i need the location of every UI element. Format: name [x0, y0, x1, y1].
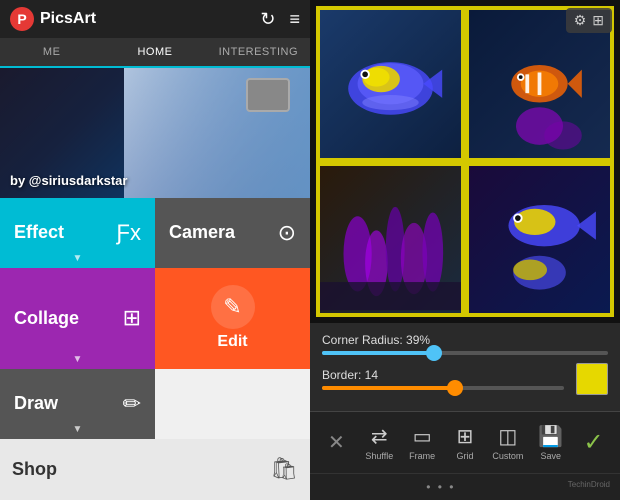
camera-icon: ⊙	[278, 220, 296, 246]
toolbar-close-button[interactable]: ✕	[316, 426, 357, 459]
draw-caret: ▼	[73, 424, 83, 435]
top-bar-icons: ↻ ≡	[260, 9, 300, 30]
effect-caret: ▼	[73, 253, 83, 264]
shop-icon: 🛍	[270, 456, 298, 482]
collage-cell-1	[316, 6, 465, 162]
grid-icon: ⊞	[457, 424, 474, 449]
effect-icon: Ƒx	[117, 220, 141, 246]
watermark: TechinDroid	[568, 480, 610, 489]
logo-icon: P	[10, 7, 34, 31]
toolbar-save-button[interactable]: 💾 Save	[530, 420, 571, 465]
logo-text: PicsArt	[40, 10, 96, 28]
collage-icon: ⊞	[123, 305, 141, 331]
grid-label: Grid	[457, 451, 474, 461]
controls-area: Corner Radius: 39% Border: 14	[310, 323, 620, 411]
draw-icon: ✏	[123, 391, 141, 417]
collage-cell-3	[316, 162, 465, 318]
border-label: Border: 14	[322, 368, 564, 382]
top-bar: P PicsArt ↻ ≡	[0, 0, 310, 38]
right-panel: ⚙ ⊞ Corner Radius: 39% Border: 14	[310, 0, 620, 500]
corner-radius-row: Corner Radius: 39%	[322, 333, 608, 355]
corner-radius-thumb[interactable]	[426, 345, 442, 361]
dots-row: • • • TechinDroid	[310, 473, 620, 500]
custom-icon: ◫	[498, 424, 517, 449]
menu-item-camera[interactable]: Camera ⊙	[155, 198, 310, 268]
picsart-logo: P PicsArt	[10, 7, 96, 31]
tab-home[interactable]: HOME	[103, 38, 206, 68]
border-color-swatch[interactable]	[576, 363, 608, 395]
toolbar-grid-button[interactable]: ⊞ Grid	[445, 420, 486, 465]
collage-label: Collage	[14, 308, 79, 329]
edit-label: Edit	[217, 333, 247, 351]
draw-label: Draw	[14, 393, 58, 414]
more-dots[interactable]: • • •	[426, 480, 455, 494]
border-slider-track[interactable]	[322, 386, 564, 390]
toolbar-custom-button[interactable]: ◫ Custom	[487, 420, 528, 465]
save-label: Save	[540, 451, 561, 461]
refresh-icon[interactable]: ↻	[260, 9, 275, 30]
border-thumb[interactable]	[447, 380, 463, 396]
edit-icon-circle: ✎	[211, 285, 255, 329]
camera-label: Camera	[169, 222, 235, 243]
settings-icon[interactable]: ⚙	[574, 12, 587, 29]
hero-person-image	[124, 68, 310, 198]
menu-item-draw[interactable]: Draw ✏ ▼	[0, 369, 155, 439]
check-icon: ✓	[584, 428, 604, 457]
collage-caret: ▼	[73, 354, 83, 365]
menu-item-effect[interactable]: Effect Ƒx ▼	[0, 198, 155, 268]
toolbar-confirm-button[interactable]: ✓	[573, 424, 614, 461]
corner-radius-fill	[322, 351, 434, 355]
tab-me[interactable]: ME	[0, 38, 103, 66]
menu-icon[interactable]: ≡	[289, 9, 300, 30]
gear-float: ⚙ ⊞	[566, 8, 612, 33]
menu-item-edit[interactable]: ✎ Edit	[155, 268, 310, 370]
effect-label: Effect	[14, 222, 64, 243]
close-icon: ✕	[328, 430, 345, 455]
menu-item-collage[interactable]: Collage ⊞ ▼	[0, 268, 155, 370]
toolbar-frame-button[interactable]: ▭ Frame	[402, 420, 443, 465]
border-color-row: Border: 14	[322, 363, 608, 395]
shuffle-label: Shuffle	[365, 451, 393, 461]
collage-area: ⚙ ⊞	[310, 0, 620, 323]
shuffle-icon: ⇄	[371, 424, 388, 449]
tab-interesting[interactable]: INTERESTING	[207, 38, 310, 66]
hero-byline: by @siriusdarkstar	[10, 173, 127, 188]
save-icon: 💾	[538, 424, 563, 449]
corner-radius-label: Corner Radius: 39%	[322, 333, 608, 347]
frame-label: Frame	[409, 451, 435, 461]
collage-cell-4	[465, 162, 614, 318]
grid-float-icon[interactable]: ⊞	[592, 12, 604, 29]
border-fill	[322, 386, 455, 390]
menu-grid: Effect Ƒx ▼ Camera ⊙ Collage ⊞ ▼ ✎ Edit …	[0, 198, 310, 500]
menu-item-shop[interactable]: Shop 🛍	[0, 439, 310, 500]
nav-tabs: ME HOME INTERESTING	[0, 38, 310, 68]
bottom-toolbar: ✕ ⇄ Shuffle ▭ Frame ⊞ Grid ◫ Custom 💾 Sa…	[310, 411, 620, 473]
hero-image: by @siriusdarkstar	[0, 68, 310, 198]
toolbar-shuffle-button[interactable]: ⇄ Shuffle	[359, 420, 400, 465]
corner-radius-slider-track[interactable]	[322, 351, 608, 355]
frame-icon: ▭	[413, 424, 432, 449]
shop-label: Shop	[12, 459, 57, 480]
left-panel: P PicsArt ↻ ≡ ME HOME INTERESTING by @si…	[0, 0, 310, 500]
custom-label: Custom	[492, 451, 523, 461]
